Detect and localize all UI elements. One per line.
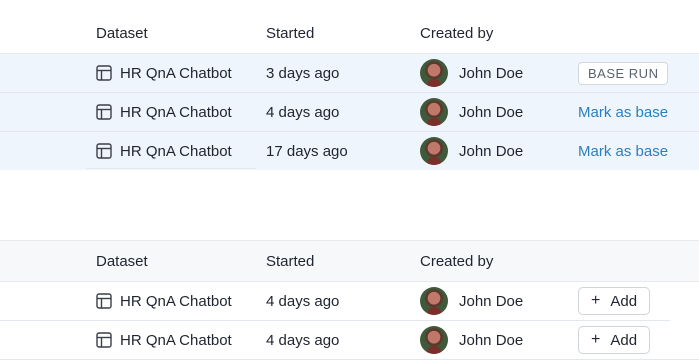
started-cell: 4 days ago: [266, 292, 340, 310]
table-row[interactable]: HR QnA Chatbot 4 days ago John Doe Mark …: [0, 93, 699, 132]
user-name: John Doe: [459, 142, 524, 160]
dataset-name: HR QnA Chatbot: [120, 64, 232, 82]
created-by-cell: John Doe: [420, 282, 523, 320]
add-button-label: Add: [610, 331, 638, 349]
user-name: John Doe: [459, 292, 524, 310]
created-by-cell: John Doe: [420, 93, 523, 131]
created-by-cell: John Doe: [420, 321, 523, 359]
avatar: [420, 287, 448, 315]
table-header: Dataset Started Created by: [0, 240, 699, 282]
user-name: John Doe: [459, 331, 524, 349]
table-row[interactable]: HR QnA Chatbot 4 days ago John Doe + Add: [0, 282, 699, 320]
runs-table: Dataset Started Created by HR QnA Chatbo…: [0, 13, 699, 170]
header-created-by: Created by: [420, 252, 494, 270]
started-cell: 3 days ago: [266, 64, 340, 82]
add-button[interactable]: + Add: [578, 287, 651, 315]
created-by-cell: John Doe: [420, 132, 523, 170]
avatar: [420, 98, 448, 126]
table-header: Dataset Started Created by: [0, 13, 699, 54]
dataset-cell: HR QnA Chatbot: [96, 321, 232, 359]
header-started: Started: [266, 24, 315, 42]
add-button-label: Add: [610, 292, 638, 310]
header-dataset: Dataset: [96, 24, 148, 42]
dataset-name: HR QnA Chatbot: [120, 292, 232, 310]
avatar: [420, 137, 448, 165]
avatar: [420, 59, 448, 87]
action-cell: + Add: [578, 282, 651, 320]
divider: [86, 168, 256, 169]
add-button[interactable]: + Add: [578, 326, 651, 354]
header-started: Started: [266, 252, 315, 270]
action-cell: Mark as base: [578, 93, 668, 131]
plus-icon: +: [591, 292, 601, 309]
header-created-by: Created by: [420, 24, 494, 42]
user-name: John Doe: [459, 103, 524, 121]
table-row[interactable]: HR QnA Chatbot 3 days ago John Doe BASE …: [0, 54, 699, 93]
mark-as-base-link[interactable]: Mark as base: [578, 104, 668, 121]
dataset-cell: HR QnA Chatbot: [96, 132, 232, 170]
table-row[interactable]: HR QnA Chatbot 17 days ago John Doe Mark…: [0, 132, 699, 170]
table-icon: [96, 332, 112, 348]
table-icon: [96, 293, 112, 309]
table-icon: [96, 143, 112, 159]
dataset-cell: HR QnA Chatbot: [96, 93, 232, 131]
action-cell: Mark as base: [578, 132, 668, 170]
dataset-name: HR QnA Chatbot: [120, 331, 232, 349]
created-by-cell: John Doe: [420, 54, 523, 92]
dataset-name: HR QnA Chatbot: [120, 103, 232, 121]
table-row[interactable]: HR QnA Chatbot 4 days ago John Doe + Add: [0, 321, 699, 360]
started-cell: 4 days ago: [266, 331, 340, 349]
started-cell: 4 days ago: [266, 103, 340, 121]
dataset-cell: HR QnA Chatbot: [96, 54, 232, 92]
started-cell: 17 days ago: [266, 142, 348, 160]
action-cell: BASE RUN: [578, 54, 669, 92]
mark-as-base-link[interactable]: Mark as base: [578, 143, 668, 160]
action-cell: + Add: [578, 321, 651, 359]
user-name: John Doe: [459, 64, 524, 82]
dataset-name: HR QnA Chatbot: [120, 142, 232, 160]
header-dataset: Dataset: [96, 252, 148, 270]
base-run-badge: BASE RUN: [578, 61, 669, 85]
avatar: [420, 326, 448, 354]
plus-icon: +: [591, 331, 601, 348]
dataset-cell: HR QnA Chatbot: [96, 282, 232, 320]
table-icon: [96, 65, 112, 81]
table-icon: [96, 104, 112, 120]
add-runs-table: Dataset Started Created by HR QnA Chatbo…: [0, 240, 699, 360]
